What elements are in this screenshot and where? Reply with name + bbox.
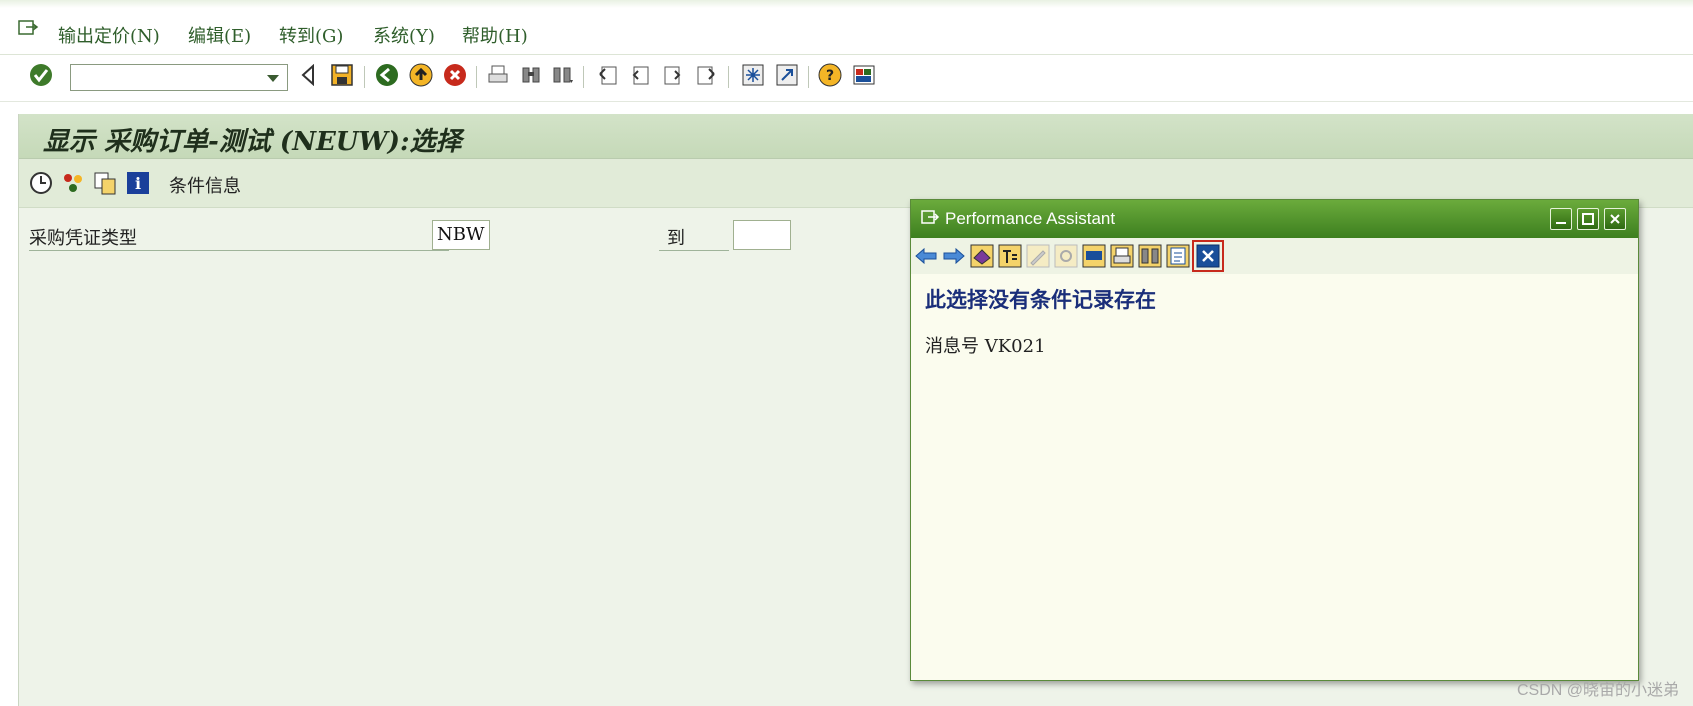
dialog-toolbar — [911, 238, 1638, 274]
close-window-icon[interactable] — [1192, 240, 1224, 272]
analysis-icon[interactable] — [61, 171, 85, 195]
menu-goto[interactable]: 转到(G) — [279, 22, 343, 48]
doc-type-row: 采购凭证类型 NBW 到 — [19, 220, 791, 252]
info-icon[interactable]: i — [126, 171, 150, 195]
maximize-button[interactable] — [1577, 208, 1599, 230]
page-title: 显示 采购订单-测试 (NEUW):选择 — [43, 127, 462, 157]
forward-arrow-icon[interactable] — [941, 243, 967, 269]
condition-info-button[interactable]: 条件信息 — [169, 172, 241, 198]
find-next-icon[interactable] — [551, 63, 575, 87]
find-icon[interactable] — [1137, 243, 1163, 269]
doc-type-input[interactable]: NBW — [432, 220, 490, 250]
menu-system[interactable]: 系统(Y) — [373, 22, 435, 48]
menu-help[interactable]: 帮助(H) — [462, 22, 528, 48]
copy-icon[interactable] — [93, 171, 117, 195]
clock-icon[interactable] — [29, 171, 53, 195]
settings-disabled-icon — [1053, 243, 1079, 269]
watermark: CSDN @晓宙的小迷弟 — [1516, 682, 1679, 699]
message-heading: 此选择没有条件记录存在 — [925, 287, 1156, 312]
to-label: 到 — [667, 228, 685, 249]
standard-toolbar: ? — [0, 55, 1693, 102]
next-page-icon[interactable] — [661, 63, 685, 87]
label-underline — [29, 250, 449, 251]
previous-page-icon[interactable] — [628, 63, 652, 87]
menu-bar: 输出定价(N) 编辑(E) 转到(G) 系统(Y) 帮助(H) — [0, 0, 1693, 55]
svg-text:?: ? — [826, 68, 834, 84]
system-menu-icon[interactable] — [18, 19, 39, 37]
doc-type-label: 采购凭证类型 — [29, 228, 137, 249]
cancel-icon[interactable] — [443, 63, 467, 87]
exit-icon[interactable] — [409, 63, 433, 87]
layout-menu-icon[interactable] — [852, 63, 876, 87]
last-page-icon[interactable] — [694, 63, 718, 87]
find-icon[interactable] — [519, 63, 543, 87]
document-icon[interactable] — [1165, 243, 1191, 269]
close-button[interactable] — [1604, 208, 1626, 230]
menu-output-pricing[interactable]: 输出定价(N) — [58, 22, 160, 48]
title-bar: 显示 采购订单-测试 (NEUW):选择 — [19, 114, 1693, 159]
system-menu-icon[interactable] — [921, 210, 940, 226]
create-session-icon[interactable] — [741, 63, 765, 87]
back-triangle-icon[interactable] — [296, 63, 320, 87]
technical-info-icon[interactable] — [997, 243, 1023, 269]
shortcut-icon[interactable] — [775, 63, 799, 87]
chevron-down-icon[interactable] — [267, 75, 279, 82]
back-icon[interactable] — [375, 63, 399, 87]
command-field[interactable] — [70, 64, 288, 91]
dialog-title: Performance Assistant — [945, 209, 1116, 228]
first-page-icon[interactable] — [596, 63, 620, 87]
performance-assistant-dialog: Performance Assistant 此选择没有条件记录存在 消息号 VK… — [910, 199, 1639, 681]
message-number: 消息号 VK021 — [925, 336, 1046, 357]
book-icon[interactable] — [969, 243, 995, 269]
enter-icon[interactable] — [29, 63, 53, 87]
display-icon[interactable] — [1081, 243, 1107, 269]
menu-edit[interactable]: 编辑(E) — [188, 22, 251, 48]
print-icon[interactable] — [486, 63, 510, 87]
minimize-button[interactable] — [1550, 208, 1572, 230]
help-icon[interactable]: ? — [818, 63, 842, 87]
print-icon[interactable] — [1109, 243, 1135, 269]
to-underline — [659, 250, 729, 251]
doc-type-to-input[interactable] — [733, 220, 791, 250]
svg-text:i: i — [135, 174, 141, 193]
dialog-title-bar[interactable]: Performance Assistant — [911, 200, 1638, 238]
edit-disabled-icon — [1025, 243, 1051, 269]
save-icon[interactable] — [330, 63, 354, 87]
back-arrow-icon[interactable] — [913, 243, 939, 269]
